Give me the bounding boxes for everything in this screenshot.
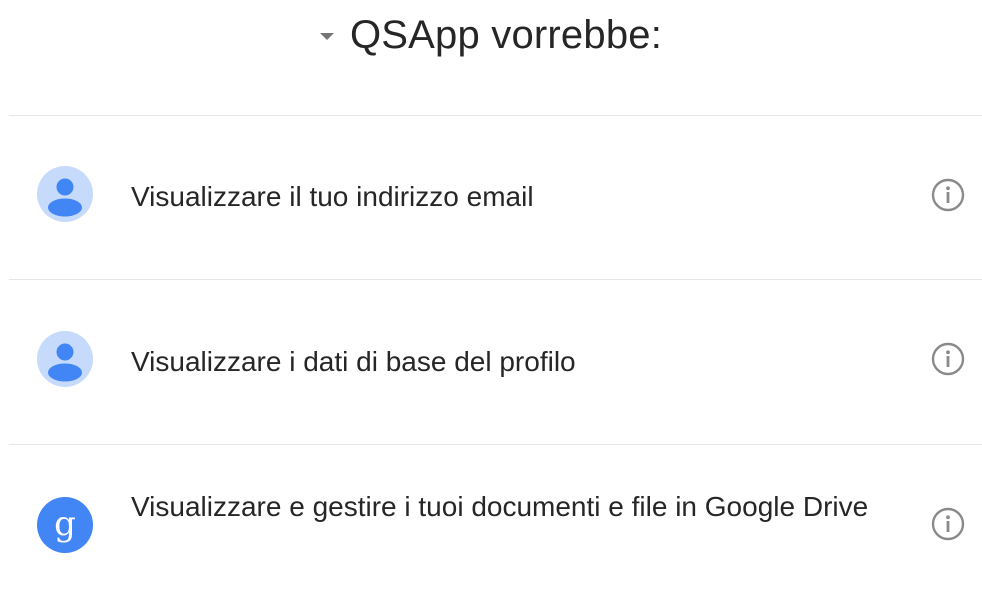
permission-list-toggle[interactable]: QSApp vorrebbe: bbox=[319, 12, 663, 58]
permission-item-email[interactable]: Visualizzare il tuo indirizzo email bbox=[0, 116, 982, 279]
google-logo-icon: g bbox=[37, 497, 93, 553]
person-icon bbox=[37, 166, 93, 222]
permission-label: Visualizzare i dati di base del profilo bbox=[131, 346, 576, 377]
permission-item-drive[interactable]: g Visualizzare e gestire i tuoi document… bbox=[0, 445, 982, 607]
info-icon[interactable] bbox=[931, 507, 965, 541]
info-icon[interactable] bbox=[931, 342, 965, 376]
person-icon bbox=[37, 331, 93, 387]
page-title: QSApp vorrebbe: bbox=[349, 12, 663, 57]
info-icon[interactable] bbox=[931, 178, 965, 212]
permission-header: QSApp vorrebbe: bbox=[0, 0, 982, 70]
caret-down-icon bbox=[319, 32, 334, 40]
permission-label: Visualizzare e gestire i tuoi documenti … bbox=[131, 491, 869, 522]
svg-text:g: g bbox=[54, 504, 76, 544]
permission-item-profile[interactable]: Visualizzare i dati di base del profilo bbox=[0, 280, 982, 443]
permission-label: Visualizzare il tuo indirizzo email bbox=[131, 181, 534, 212]
